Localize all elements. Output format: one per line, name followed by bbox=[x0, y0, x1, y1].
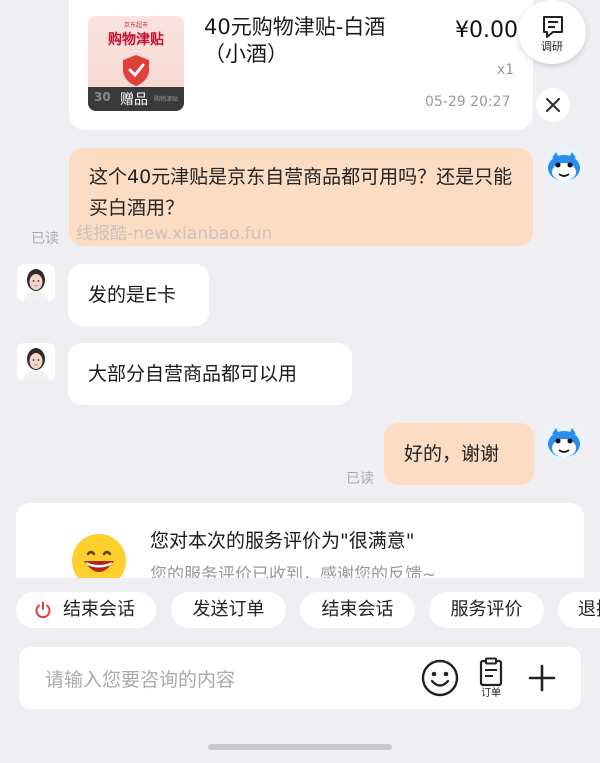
joy-mascot-icon bbox=[544, 146, 584, 186]
order-label: 订单 bbox=[481, 688, 501, 699]
return-exchange-chip[interactable]: 退换 bbox=[558, 592, 600, 628]
order-button[interactable]: 订单 bbox=[471, 657, 511, 699]
agent-avatar[interactable] bbox=[17, 343, 55, 381]
product-thumbnail[interactable]: 京东超市 购物津贴 30 赠品 购物津贴 bbox=[88, 16, 184, 111]
rating-title: 您对本次的服务评价为"很满意" bbox=[150, 530, 415, 552]
chip-label: 结束会话 bbox=[63, 599, 135, 620]
product-time: 05-29 20:27 bbox=[425, 94, 511, 110]
thumb-bar: 30 赠品 购物津贴 bbox=[88, 87, 184, 111]
read-status: 已读 bbox=[31, 231, 59, 247]
send-order-chip[interactable]: 发送订单 bbox=[171, 592, 286, 628]
quick-actions-bar[interactable]: 结束会话 发送订单 结束会话 服务评价 退换 bbox=[0, 578, 600, 640]
thumb-small-text: 购物津贴 bbox=[153, 96, 178, 103]
shield-icon bbox=[123, 55, 149, 86]
agent-message[interactable]: 大部分自营商品都可以用 bbox=[68, 343, 352, 405]
user-avatar[interactable] bbox=[544, 422, 584, 462]
message-input-bar[interactable]: 请输入您要咨询的内容 订单 bbox=[19, 647, 581, 709]
product-card[interactable]: 京东超市 购物津贴 30 赠品 购物津贴 40元购物津贴-白酒（小酒） ¥0.0… bbox=[69, 0, 533, 130]
user-message[interactable]: 好的，谢谢 bbox=[384, 423, 534, 485]
thumb-brand: 京东超市 bbox=[123, 22, 148, 29]
message-input[interactable]: 请输入您要咨询的内容 bbox=[45, 665, 235, 692]
thumb-gift-label: 赠品 bbox=[120, 92, 148, 108]
power-icon bbox=[35, 601, 51, 619]
thumb-number: 30 bbox=[94, 90, 111, 104]
plus-icon[interactable] bbox=[527, 663, 557, 693]
survey-button[interactable]: 调研 bbox=[518, 0, 586, 64]
close-icon bbox=[545, 97, 561, 113]
thumb-title: 购物津贴 bbox=[108, 32, 164, 48]
home-indicator[interactable] bbox=[208, 744, 392, 750]
agent-message[interactable]: 发的是E卡 bbox=[68, 264, 209, 326]
agent-avatar-icon bbox=[17, 343, 55, 381]
rating-card[interactable]: 您对本次的服务评价为"很满意" 您的服务评价已收到，感谢您的反馈~ bbox=[16, 503, 584, 578]
close-button[interactable] bbox=[536, 88, 570, 122]
product-quantity: x1 bbox=[497, 62, 515, 78]
watermark: 线报酷-new.xianbao.fun bbox=[76, 224, 273, 244]
user-avatar[interactable] bbox=[544, 146, 584, 186]
joy-mascot-icon bbox=[544, 422, 584, 462]
agent-avatar-icon bbox=[17, 264, 55, 302]
end-session-chip[interactable]: 结束会话 bbox=[16, 592, 156, 628]
emoji-icon[interactable] bbox=[421, 659, 459, 697]
clipboard-icon bbox=[479, 657, 503, 687]
product-price: ¥0.00 bbox=[455, 18, 518, 43]
survey-label: 调研 bbox=[541, 40, 563, 53]
survey-icon bbox=[543, 16, 563, 38]
read-status: 已读 bbox=[346, 471, 374, 487]
rating-subtitle: 您的服务评价已收到，感谢您的反馈~ bbox=[150, 565, 437, 578]
grinning-face-icon bbox=[72, 534, 126, 578]
agent-avatar[interactable] bbox=[17, 264, 55, 302]
service-rating-chip[interactable]: 服务评价 bbox=[429, 592, 544, 628]
end-session-chip-2[interactable]: 结束会话 bbox=[300, 592, 415, 628]
product-name[interactable]: 40元购物津贴-白酒（小酒） bbox=[204, 14, 394, 68]
